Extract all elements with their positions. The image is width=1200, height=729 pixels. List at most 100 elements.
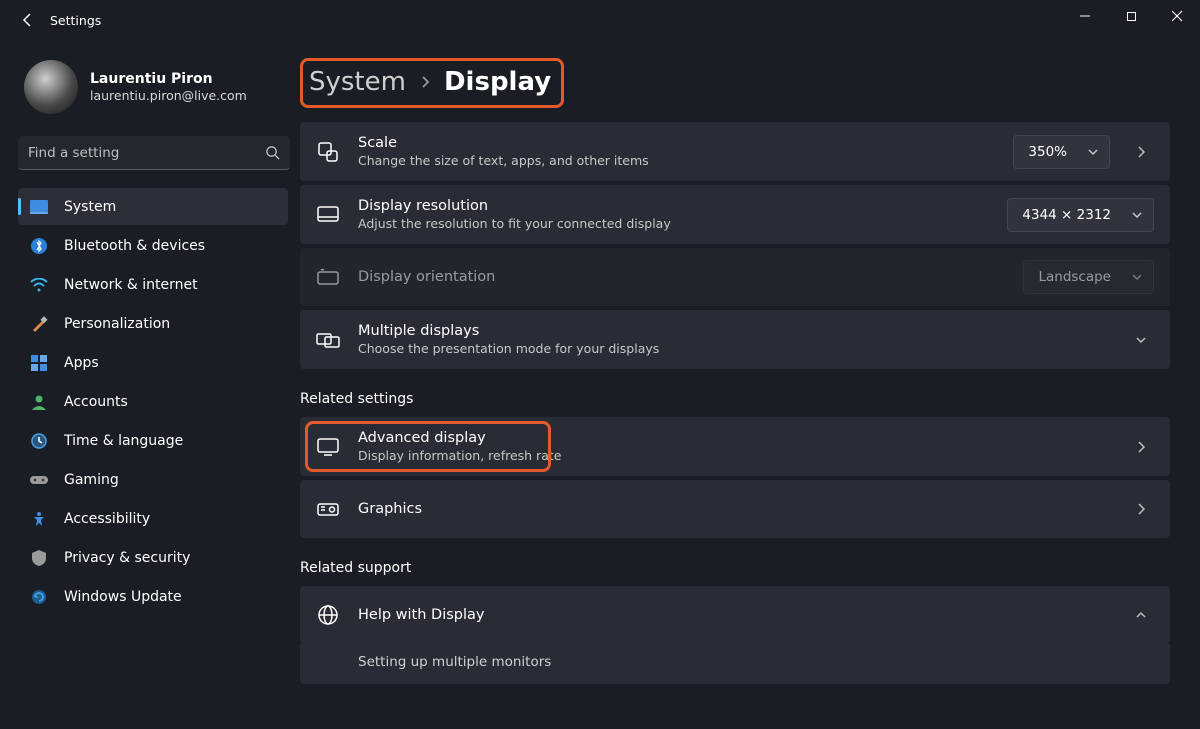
chevron-down-icon: [1087, 146, 1099, 158]
orientation-icon: [316, 269, 340, 285]
chevron-down-icon: [1131, 271, 1143, 283]
clock-icon: [30, 432, 48, 450]
dropdown-value: 350%: [1028, 144, 1067, 160]
setting-title: Help with Display: [358, 606, 1110, 625]
gamepad-icon: [30, 471, 48, 489]
setting-orientation: Display orientation Landscape: [300, 248, 1170, 306]
back-arrow-icon: [20, 12, 36, 28]
nav-label: Accounts: [64, 394, 128, 410]
apps-icon: [30, 354, 48, 372]
graphics-icon: [316, 501, 340, 517]
chevron-right-icon[interactable]: [1128, 502, 1154, 516]
setting-subtitle: Change the size of text, apps, and other…: [358, 153, 995, 169]
support-subitem: Setting up multiple monitors: [358, 654, 1154, 672]
person-icon: [30, 393, 48, 411]
orientation-dropdown: Landscape: [1023, 260, 1154, 294]
nav-personalization[interactable]: Personalization: [18, 305, 288, 342]
app-title: Settings: [50, 13, 101, 28]
minimize-icon: [1079, 10, 1091, 22]
sidebar: Laurentiu Piron laurentiu.piron@live.com…: [0, 40, 300, 729]
search-input[interactable]: [28, 145, 265, 161]
chevron-right-icon[interactable]: [1128, 440, 1154, 454]
nav-time-language[interactable]: Time & language: [18, 422, 288, 459]
globe-help-icon: [316, 604, 340, 626]
profile-email: laurentiu.piron@live.com: [90, 88, 247, 104]
nav-label: Windows Update: [64, 589, 182, 605]
resolution-icon: [316, 206, 340, 224]
support-help-display[interactable]: Help with Display: [300, 586, 1170, 644]
setting-graphics[interactable]: Graphics: [300, 480, 1170, 538]
nav-privacy[interactable]: Privacy & security: [18, 539, 288, 576]
setting-title: Advanced display: [358, 429, 1110, 448]
nav-label: Time & language: [64, 433, 183, 449]
setting-title: Display orientation: [358, 268, 1005, 287]
nav-windows-update[interactable]: Windows Update: [18, 578, 288, 615]
nav-label: Privacy & security: [64, 550, 190, 566]
chevron-down-icon[interactable]: [1128, 333, 1154, 347]
nav-gaming[interactable]: Gaming: [18, 461, 288, 498]
setting-scale[interactable]: Scale Change the size of text, apps, and…: [300, 122, 1170, 181]
window-controls: [1062, 0, 1200, 32]
breadcrumb-current: Display: [444, 67, 551, 97]
nav-label: Personalization: [64, 316, 170, 332]
nav-accessibility[interactable]: Accessibility: [18, 500, 288, 537]
nav-bluetooth[interactable]: Bluetooth & devices: [18, 227, 288, 264]
nav-apps[interactable]: Apps: [18, 344, 288, 381]
section-related-support: Related support: [300, 560, 1170, 576]
setting-resolution[interactable]: Display resolution Adjust the resolution…: [300, 185, 1170, 244]
search-icon: [265, 145, 280, 160]
nav-list: System Bluetooth & devices Network & int…: [18, 188, 288, 615]
resolution-dropdown[interactable]: 4344 × 2312: [1007, 198, 1154, 232]
avatar: [24, 60, 78, 114]
system-icon: [30, 198, 48, 216]
update-icon: [30, 588, 48, 606]
setting-advanced-display[interactable]: Advanced display Display information, re…: [300, 417, 1170, 476]
maximize-icon: [1126, 11, 1137, 22]
minimize-button[interactable]: [1062, 0, 1108, 32]
section-related-settings: Related settings: [300, 391, 1170, 407]
nav-label: Gaming: [64, 472, 119, 488]
nav-system[interactable]: System: [18, 188, 288, 225]
back-button[interactable]: [18, 10, 38, 30]
scale-dropdown[interactable]: 350%: [1013, 135, 1110, 169]
close-button[interactable]: [1154, 0, 1200, 32]
maximize-button[interactable]: [1108, 0, 1154, 32]
setting-multiple-displays[interactable]: Multiple displays Choose the presentatio…: [300, 310, 1170, 369]
nav-label: System: [64, 199, 116, 215]
accessibility-icon: [30, 510, 48, 528]
setting-subtitle: Choose the presentation mode for your di…: [358, 341, 1110, 357]
setting-title: Scale: [358, 134, 995, 153]
scale-icon: [316, 141, 340, 163]
dropdown-value: Landscape: [1038, 269, 1111, 285]
wifi-icon: [30, 276, 48, 294]
setting-title: Display resolution: [358, 197, 989, 216]
nav-network[interactable]: Network & internet: [18, 266, 288, 303]
chevron-up-icon[interactable]: [1128, 608, 1154, 622]
search-box[interactable]: [18, 136, 290, 170]
setting-title: Graphics: [358, 500, 1110, 519]
dropdown-value: 4344 × 2312: [1022, 207, 1111, 223]
nav-label: Network & internet: [64, 277, 198, 293]
monitor-icon: [316, 438, 340, 456]
setting-subtitle: Display information, refresh rate: [358, 448, 1110, 464]
shield-icon: [30, 549, 48, 567]
nav-label: Accessibility: [64, 511, 150, 527]
support-multi-monitors[interactable]: Setting up multiple monitors: [300, 644, 1170, 684]
breadcrumb-parent[interactable]: System: [303, 67, 406, 97]
nav-accounts[interactable]: Accounts: [18, 383, 288, 420]
breadcrumb: System Display: [300, 58, 564, 108]
chevron-right-icon[interactable]: [1128, 145, 1154, 159]
setting-title: Multiple displays: [358, 322, 1110, 341]
multiple-displays-icon: [316, 331, 340, 349]
setting-subtitle: Adjust the resolution to fit your connec…: [358, 216, 989, 232]
paintbrush-icon: [30, 315, 48, 333]
profile-block[interactable]: Laurentiu Piron laurentiu.piron@live.com: [18, 58, 288, 128]
close-icon: [1171, 10, 1183, 22]
nav-label: Bluetooth & devices: [64, 238, 205, 254]
profile-text: Laurentiu Piron laurentiu.piron@live.com: [90, 70, 247, 104]
profile-name: Laurentiu Piron: [90, 70, 247, 88]
main-content: System Display Scale Change the size of …: [300, 40, 1200, 729]
chevron-down-icon: [1131, 209, 1143, 221]
chevron-right-icon: [418, 75, 432, 89]
nav-label: Apps: [64, 355, 99, 371]
